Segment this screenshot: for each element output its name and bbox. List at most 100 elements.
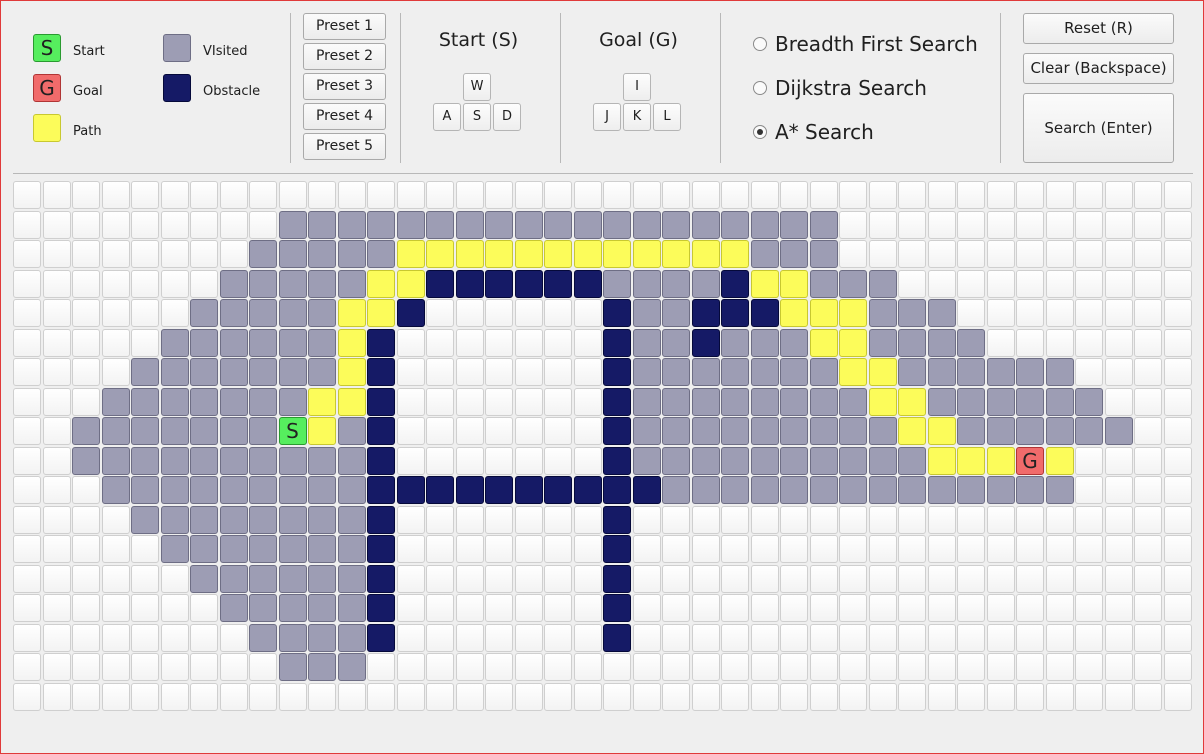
empty-cell[interactable] bbox=[780, 623, 808, 652]
visited-cell[interactable] bbox=[219, 564, 248, 593]
empty-cell[interactable] bbox=[721, 594, 749, 622]
visited-cell[interactable] bbox=[278, 240, 307, 268]
visited-cell[interactable] bbox=[249, 594, 277, 622]
empty-cell[interactable] bbox=[898, 505, 926, 534]
visited-cell[interactable] bbox=[190, 387, 218, 416]
empty-cell[interactable] bbox=[544, 299, 572, 327]
visited-cell[interactable] bbox=[839, 446, 867, 475]
empty-cell[interactable] bbox=[485, 181, 513, 209]
empty-cell[interactable] bbox=[396, 328, 425, 357]
empty-cell[interactable] bbox=[986, 240, 1015, 268]
visited-cell[interactable] bbox=[691, 269, 720, 298]
empty-cell[interactable] bbox=[1045, 240, 1074, 268]
empty-cell[interactable] bbox=[396, 535, 425, 563]
visited-cell[interactable] bbox=[308, 653, 336, 681]
empty-cell[interactable] bbox=[190, 181, 218, 209]
empty-cell[interactable] bbox=[1075, 328, 1103, 357]
algorithm-dijkstra-radio[interactable]: Dijkstra Search bbox=[753, 76, 927, 100]
visited-cell[interactable] bbox=[691, 210, 720, 239]
visited-cell[interactable] bbox=[278, 210, 307, 239]
visited-cell[interactable] bbox=[190, 476, 218, 504]
empty-cell[interactable] bbox=[514, 387, 543, 416]
visited-cell[interactable] bbox=[160, 358, 189, 386]
visited-cell[interactable] bbox=[278, 446, 307, 475]
empty-cell[interactable] bbox=[1104, 564, 1133, 593]
empty-cell[interactable] bbox=[13, 387, 41, 416]
empty-cell[interactable] bbox=[42, 358, 71, 386]
empty-cell[interactable] bbox=[927, 269, 956, 298]
empty-cell[interactable] bbox=[573, 446, 602, 475]
empty-cell[interactable] bbox=[1045, 535, 1074, 563]
visited-cell[interactable] bbox=[691, 446, 720, 475]
visited-cell[interactable] bbox=[662, 210, 690, 239]
empty-cell[interactable] bbox=[131, 594, 159, 622]
empty-cell[interactable] bbox=[927, 564, 956, 593]
path-cell[interactable] bbox=[750, 269, 779, 298]
visited-cell[interactable] bbox=[249, 505, 277, 534]
visited-cell[interactable] bbox=[337, 240, 366, 268]
empty-cell[interactable] bbox=[337, 181, 366, 209]
visited-cell[interactable] bbox=[101, 446, 130, 475]
empty-cell[interactable] bbox=[1163, 594, 1192, 622]
obstacle-cell[interactable] bbox=[367, 623, 395, 652]
empty-cell[interactable] bbox=[42, 535, 71, 563]
empty-cell[interactable] bbox=[190, 623, 218, 652]
empty-cell[interactable] bbox=[1075, 210, 1103, 239]
visited-cell[interactable] bbox=[1045, 358, 1074, 386]
empty-cell[interactable] bbox=[573, 417, 602, 445]
visited-cell[interactable] bbox=[839, 269, 867, 298]
empty-cell[interactable] bbox=[1045, 505, 1074, 534]
visited-cell[interactable] bbox=[308, 240, 336, 268]
path-cell[interactable] bbox=[337, 387, 366, 416]
visited-cell[interactable] bbox=[780, 328, 808, 357]
obstacle-cell[interactable] bbox=[573, 476, 602, 504]
empty-cell[interactable] bbox=[1016, 240, 1044, 268]
empty-cell[interactable] bbox=[514, 623, 543, 652]
empty-cell[interactable] bbox=[957, 299, 985, 327]
empty-cell[interactable] bbox=[485, 594, 513, 622]
empty-cell[interactable] bbox=[101, 682, 130, 711]
empty-cell[interactable] bbox=[603, 181, 631, 209]
visited-cell[interactable] bbox=[160, 417, 189, 445]
visited-cell[interactable] bbox=[809, 269, 838, 298]
empty-cell[interactable] bbox=[1134, 417, 1162, 445]
empty-cell[interactable] bbox=[573, 299, 602, 327]
empty-cell[interactable] bbox=[957, 623, 985, 652]
path-cell[interactable] bbox=[780, 299, 808, 327]
visited-cell[interactable] bbox=[278, 653, 307, 681]
empty-cell[interactable] bbox=[426, 181, 454, 209]
empty-cell[interactable] bbox=[1075, 358, 1103, 386]
visited-cell[interactable] bbox=[691, 476, 720, 504]
empty-cell[interactable] bbox=[691, 181, 720, 209]
obstacle-cell[interactable] bbox=[367, 417, 395, 445]
empty-cell[interactable] bbox=[101, 653, 130, 681]
obstacle-cell[interactable] bbox=[691, 328, 720, 357]
empty-cell[interactable] bbox=[868, 653, 897, 681]
empty-cell[interactable] bbox=[721, 623, 749, 652]
visited-cell[interactable] bbox=[839, 387, 867, 416]
path-cell[interactable] bbox=[868, 387, 897, 416]
empty-cell[interactable] bbox=[868, 210, 897, 239]
path-cell[interactable] bbox=[426, 240, 454, 268]
visited-cell[interactable] bbox=[219, 269, 248, 298]
empty-cell[interactable] bbox=[514, 299, 543, 327]
empty-cell[interactable] bbox=[573, 564, 602, 593]
empty-cell[interactable] bbox=[1163, 682, 1192, 711]
empty-cell[interactable] bbox=[986, 623, 1015, 652]
path-cell[interactable] bbox=[367, 269, 395, 298]
empty-cell[interactable] bbox=[278, 682, 307, 711]
empty-cell[interactable] bbox=[1045, 682, 1074, 711]
empty-cell[interactable] bbox=[691, 653, 720, 681]
empty-cell[interactable] bbox=[190, 653, 218, 681]
empty-cell[interactable] bbox=[809, 623, 838, 652]
path-cell[interactable] bbox=[986, 446, 1015, 475]
empty-cell[interactable] bbox=[455, 682, 484, 711]
empty-cell[interactable] bbox=[455, 299, 484, 327]
obstacle-cell[interactable] bbox=[367, 564, 395, 593]
empty-cell[interactable] bbox=[632, 181, 661, 209]
empty-cell[interactable] bbox=[1016, 653, 1044, 681]
empty-cell[interactable] bbox=[396, 682, 425, 711]
start-key-a[interactable]: A bbox=[433, 103, 461, 131]
empty-cell[interactable] bbox=[986, 682, 1015, 711]
empty-cell[interactable] bbox=[1104, 682, 1133, 711]
